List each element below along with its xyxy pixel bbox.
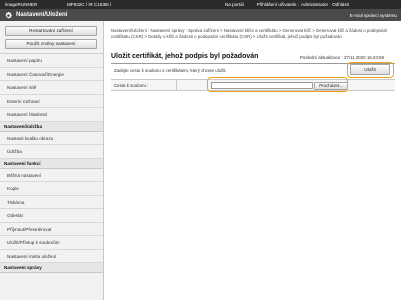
sidebar-header-function-settings: Nastavení funkcí <box>0 158 103 169</box>
last-updated-value: 27/11 2020 16:43:58 <box>343 55 384 60</box>
sidebar-header-adjustment: Nastavení/údržba <box>0 121 103 132</box>
gear-icon <box>5 11 13 18</box>
sidebar-item-image-quality[interactable]: Nastavit kvalitu obrazu <box>0 132 103 145</box>
last-updated: Poslední aktualizace : 27/11 2020 16:43:… <box>300 55 384 60</box>
apply-settings-button[interactable]: Použít změny nastavení <box>5 39 97 49</box>
sidebar-header-management: Nastavení správy <box>0 263 103 273</box>
restart-device-button[interactable]: Restartování zařízení <box>5 26 97 36</box>
top-bar: imageRUNNER MF832C / iR C1538i / Na port… <box>0 0 401 9</box>
row-divider <box>176 80 177 91</box>
portal-link[interactable]: Na portál <box>225 2 244 7</box>
sidebar-item-receive-forward[interactable]: Příjmout/Přesměrovat <box>0 223 103 236</box>
app-title: Nastavení/Uložení <box>16 12 68 18</box>
sidebar-item-maintenance[interactable]: Údržba <box>0 145 103 159</box>
file-path-label: Cesta k souboru : <box>114 83 149 88</box>
sidebar-item-send[interactable]: Odeslat <box>0 209 103 223</box>
admin-mail-link[interactable]: E-mail správci systému <box>350 13 397 18</box>
breadcrumb: Nastavení/Uložení : Nastavení správy : S… <box>111 28 388 39</box>
sidebar-item-printer[interactable]: Tiskárna <box>0 196 103 209</box>
sidebar-buttons: Restartování zařízení Použít změny nasta… <box>0 21 103 54</box>
login-user-label: Přihlášení uživatele : <box>256 2 300 7</box>
sidebar-item-copy[interactable]: Kopie <box>0 182 103 196</box>
sidebar: Restartování zařízení Použít změny nasta… <box>0 21 104 300</box>
sidebar-item-timer-energy[interactable]: Nastavení Časovač/Energie <box>0 68 103 81</box>
login-user-name: Administrator <box>301 2 329 7</box>
brand-name: imageRUNNER <box>5 2 38 7</box>
sidebar-item-network[interactable]: Nastavení sítě <box>0 81 103 95</box>
page-title: Uložit certifikát, jehož podpis byl poža… <box>111 53 259 60</box>
sidebar-item-paper[interactable]: Nastavení papíru <box>0 54 103 68</box>
sidebar-item-store-access-files[interactable]: Uložit/Přístup k souborům <box>0 236 103 250</box>
sidebar-item-storage-location[interactable]: Nastavení místa uložení <box>0 250 103 263</box>
save-button[interactable]: Uložit <box>350 64 390 75</box>
device-model: MF832C / iR C1538i / <box>67 2 112 7</box>
file-field-highlight <box>207 77 348 92</box>
title-bar: Nastavení/Uložení E-mail správci systému <box>0 9 401 21</box>
main-panel: Nastavení/Uložení : Nastavení správy : S… <box>105 21 401 300</box>
sidebar-menu: Nastavení papíru Nastavení Časovač/Energ… <box>0 54 103 273</box>
instruction-text: Zadejte cestu k souboru s certifikátem, … <box>114 68 227 73</box>
sidebar-item-common[interactable]: Běžná nastavení <box>0 169 103 182</box>
logout-link[interactable]: Odhlásit <box>332 2 349 7</box>
sidebar-item-external-interface[interactable]: Externí rozhraní <box>0 95 103 108</box>
last-updated-label: Poslední aktualizace : <box>300 55 343 60</box>
sidebar-item-volume[interactable]: Nastavení hlasitosti <box>0 108 103 122</box>
